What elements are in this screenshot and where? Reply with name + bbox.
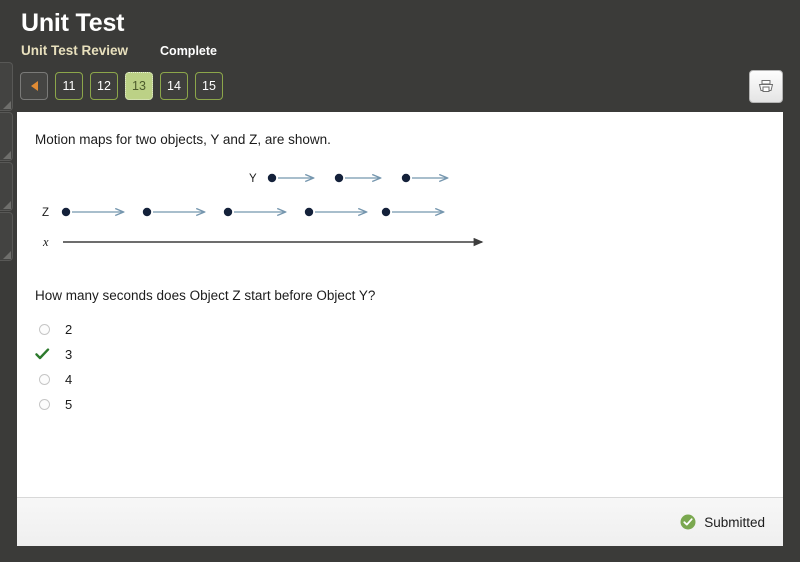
page-title: Unit Test bbox=[21, 9, 125, 37]
question-pager: 11 12 13 14 15 bbox=[20, 72, 223, 100]
motion-dot-y-1 bbox=[267, 173, 277, 183]
radio-wrap bbox=[35, 324, 54, 335]
printer-icon bbox=[758, 80, 774, 92]
question-text: How many seconds does Object Z start bef… bbox=[35, 288, 376, 303]
pager-page-12[interactable]: 12 bbox=[90, 72, 118, 100]
series-label-y: Y bbox=[249, 173, 257, 185]
radio-button-icon[interactable] bbox=[39, 324, 50, 335]
pager-page-13[interactable]: 13 bbox=[125, 72, 153, 100]
motion-dot-y-3 bbox=[401, 173, 411, 183]
motion-map-svg: Y Z x bbox=[42, 173, 484, 249]
caret-left-icon bbox=[30, 81, 38, 91]
answer-option-label: 4 bbox=[65, 372, 73, 387]
pager-page-11[interactable]: 11 bbox=[55, 72, 83, 100]
series-label-z: Z bbox=[42, 207, 49, 219]
breadcrumb: Unit Test Review Complete bbox=[21, 43, 217, 58]
answer-option-3[interactable]: 3 bbox=[35, 342, 72, 367]
radio-button-icon[interactable] bbox=[39, 374, 50, 385]
question-card: Motion maps for two objects, Y and Z, ar… bbox=[17, 112, 783, 546]
pager-page-14[interactable]: 14 bbox=[160, 72, 188, 100]
resize-grip-icon[interactable] bbox=[3, 201, 11, 209]
resize-grip-icon[interactable] bbox=[3, 251, 11, 259]
motion-dot-z-2 bbox=[142, 207, 152, 217]
edge-panel[interactable] bbox=[0, 212, 13, 261]
card-footer: Submitted bbox=[17, 497, 783, 546]
motion-map-figure: Y Z x bbox=[35, 164, 535, 264]
pager-prev-button[interactable] bbox=[20, 72, 48, 100]
status-badge: Submitted bbox=[680, 514, 765, 530]
resize-grip-icon[interactable] bbox=[3, 151, 11, 159]
check-icon bbox=[35, 348, 54, 361]
status-badge-label: Submitted bbox=[704, 514, 765, 530]
radio-wrap bbox=[35, 374, 54, 385]
pager-page-15[interactable]: 15 bbox=[195, 72, 223, 100]
edge-panel[interactable] bbox=[0, 112, 13, 161]
question-prompt: Motion maps for two objects, Y and Z, ar… bbox=[35, 132, 331, 147]
print-button[interactable] bbox=[749, 70, 783, 103]
answer-option-label: 5 bbox=[65, 397, 73, 412]
answer-option-label: 3 bbox=[65, 347, 73, 362]
motion-dot-z-3 bbox=[223, 207, 233, 217]
answer-option-4[interactable]: 4 bbox=[35, 367, 72, 392]
motion-dot-z-4 bbox=[304, 207, 314, 217]
motion-dot-z-1 bbox=[61, 207, 71, 217]
answer-option-5[interactable]: 5 bbox=[35, 392, 72, 417]
motion-dot-y-2 bbox=[334, 173, 344, 183]
radio-wrap bbox=[35, 399, 54, 410]
axis-label-x: x bbox=[42, 235, 49, 249]
question-body: Motion maps for two objects, Y and Z, ar… bbox=[17, 112, 783, 497]
answer-option-label: 2 bbox=[65, 322, 73, 337]
answer-option-2[interactable]: 2 bbox=[35, 317, 72, 342]
check-circle-icon bbox=[680, 514, 696, 530]
radio-button-icon[interactable] bbox=[39, 399, 50, 410]
assignment-status: Complete bbox=[160, 44, 217, 58]
motion-dot-z-5 bbox=[381, 207, 391, 217]
assignment-name: Unit Test Review bbox=[21, 43, 129, 58]
answer-options: 2 3 4 5 bbox=[35, 317, 72, 417]
page-header: Unit Test Unit Test Review Complete 11 1… bbox=[0, 0, 800, 110]
edge-panel[interactable] bbox=[0, 162, 13, 211]
